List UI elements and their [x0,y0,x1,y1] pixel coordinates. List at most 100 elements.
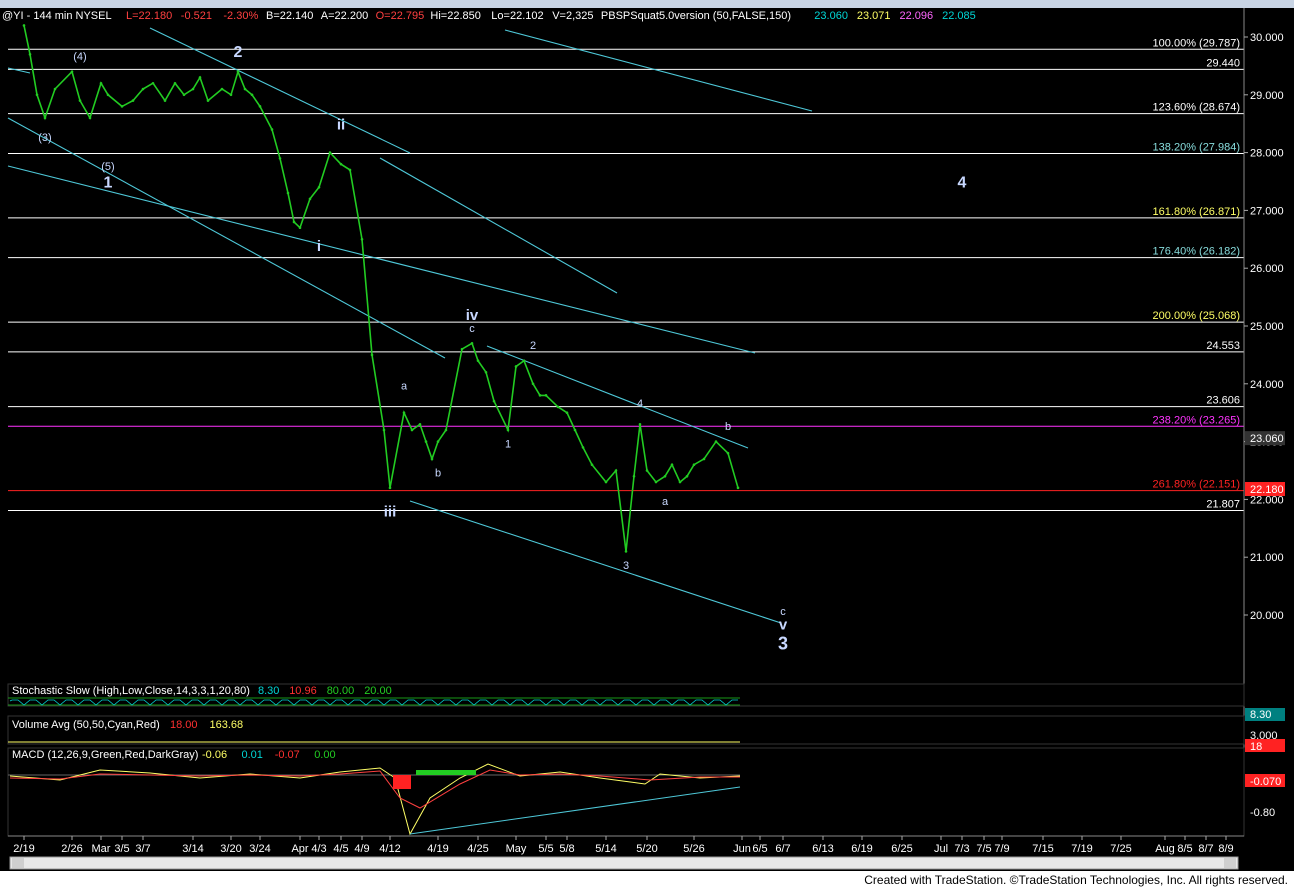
chart-window: @YI - 144 min NYSEL L=22.180 -0.521 -2.30% B… [0,8,1294,871]
price-point [692,463,696,467]
wave-label-19: v [779,616,788,633]
date-tick-label-35: 8/5 [1177,843,1192,855]
header-field-9: PBSPSquat5.0version (50,FALSE,150) [601,10,791,22]
date-tick-label-20: 5/26 [683,843,704,855]
price-point [624,550,628,553]
macd-value-0: -0.06 [202,749,227,761]
price-point [292,220,296,224]
price-point [43,116,47,120]
price-point [632,474,636,478]
price-point [402,411,406,415]
date-tick-label-24: 6/13 [812,843,833,855]
volume-label: Volume Avg (50,50,Cyan,Red) [12,719,160,731]
price-point [131,99,135,102]
price-point [702,457,706,461]
date-tick-label-16: 5/5 [538,843,553,855]
price-flag-label-0: 23.060 [1250,433,1284,445]
wave-label-20: 3 [778,634,788,654]
price-point [191,87,195,91]
price-tick-label-0: 30.000 [1250,32,1284,44]
fib-level-label-10: 261.80% (22.151) [1153,479,1240,491]
price-point [645,469,649,472]
price-tick-label-4: 26.000 [1250,263,1284,275]
price-point [236,70,240,73]
chart-symbol-label: @YI - 144 min NYSEL [2,10,112,22]
date-tick-label-18: 5/14 [595,843,616,855]
macd-histogram-neg [393,775,411,789]
date-tick-label-13: 4/19 [427,843,448,855]
date-tick-label-34: Aug [1155,843,1175,855]
price-point [328,151,332,154]
wave-label-10: b [435,467,441,479]
price-point [298,226,302,230]
price-point [99,81,103,85]
stochastic-value-1: 10.96 [289,685,317,697]
date-tick-label-23: 6/7 [775,843,790,855]
stochastic-value-3: 20.00 [364,685,392,697]
date-tick-label-37: 8/9 [1218,843,1233,855]
price-point [270,128,274,131]
price-point [736,486,740,490]
header-field-4: A=22.200 [321,10,368,22]
price-point [484,370,488,374]
wave-label-14: 3 [623,560,629,572]
price-point [556,405,560,409]
fib-level-label-6: 200.00% (25.068) [1153,310,1240,322]
horizontal-scrollbar[interactable] [9,856,1239,870]
price-tick-label-6: 24.000 [1250,379,1284,391]
wave-label-3: 1 [104,174,113,191]
price-point [430,457,434,461]
volume-value-1: 163.68 [210,719,244,731]
date-tick-label-8: Apr [291,843,308,855]
header-field-6: Hi=22.850 [430,10,480,22]
header-field-12: 22.096 [900,10,934,22]
price-point [220,87,224,91]
macd-tick-label: -0.80 [1250,807,1275,819]
price-point [151,81,155,85]
date-tick-label-0: 2/19 [13,843,34,855]
price-point [726,451,730,455]
date-tick-label-32: 7/19 [1071,843,1092,855]
stochastic-flag-label: 8.30 [1250,709,1271,721]
price-point [714,440,718,443]
date-tick-label-5: 3/14 [182,843,203,855]
date-tick-label-6: 3/20 [220,843,241,855]
macd-value-2: -0.07 [275,749,300,761]
price-point [243,87,247,91]
price-point [206,99,210,102]
price-point [308,197,312,201]
price-flag-label-1: 22.180 [1250,484,1284,496]
date-tick-label-14: 4/25 [467,843,488,855]
price-point [436,440,440,443]
stochastic-value-2: 80.00 [327,685,355,697]
price-point [382,428,386,432]
fib-level-label-4: 161.80% (26.871) [1153,206,1240,218]
wave-label-4: 2 [234,44,243,61]
price-point [444,428,448,432]
wave-label-11: c [469,323,475,335]
scrollbar-right-arrow[interactable] [1224,858,1236,868]
price-point [531,382,535,386]
date-tick-label-10: 4/5 [333,843,348,855]
window-title-bar [0,0,1294,8]
header-field-10: 23.060 [814,10,848,22]
date-tick-label-9: 4/3 [311,843,326,855]
macd-label: MACD (12,26,9,Green,Red,DarkGray) [12,749,198,761]
date-tick-label-11: 4/9 [354,843,369,855]
price-tick-label-1: 29.000 [1250,90,1284,102]
price-chart[interactable]: @YI - 144 min NYSEL L=22.180 -0.521 -2.30% B… [0,8,1294,871]
macd-value-1: 0.01 [242,749,263,761]
date-tick-label-3: 3/5 [114,843,129,855]
header-field-1: -0.521 [181,10,212,22]
wave-label-9: a [401,381,408,393]
fib-level-label-8: 23.606 [1206,395,1240,407]
header-field-7: Lo=22.102 [491,10,543,22]
date-tick-label-26: 6/25 [891,843,912,855]
price-point [229,93,233,97]
price-point [348,168,352,172]
date-tick-label-30: 7/9 [994,843,1009,855]
scrollbar-left-arrow[interactable] [12,858,24,868]
price-point [28,53,32,56]
price-point [544,394,548,397]
header-field-2: -2.30% [223,10,258,22]
